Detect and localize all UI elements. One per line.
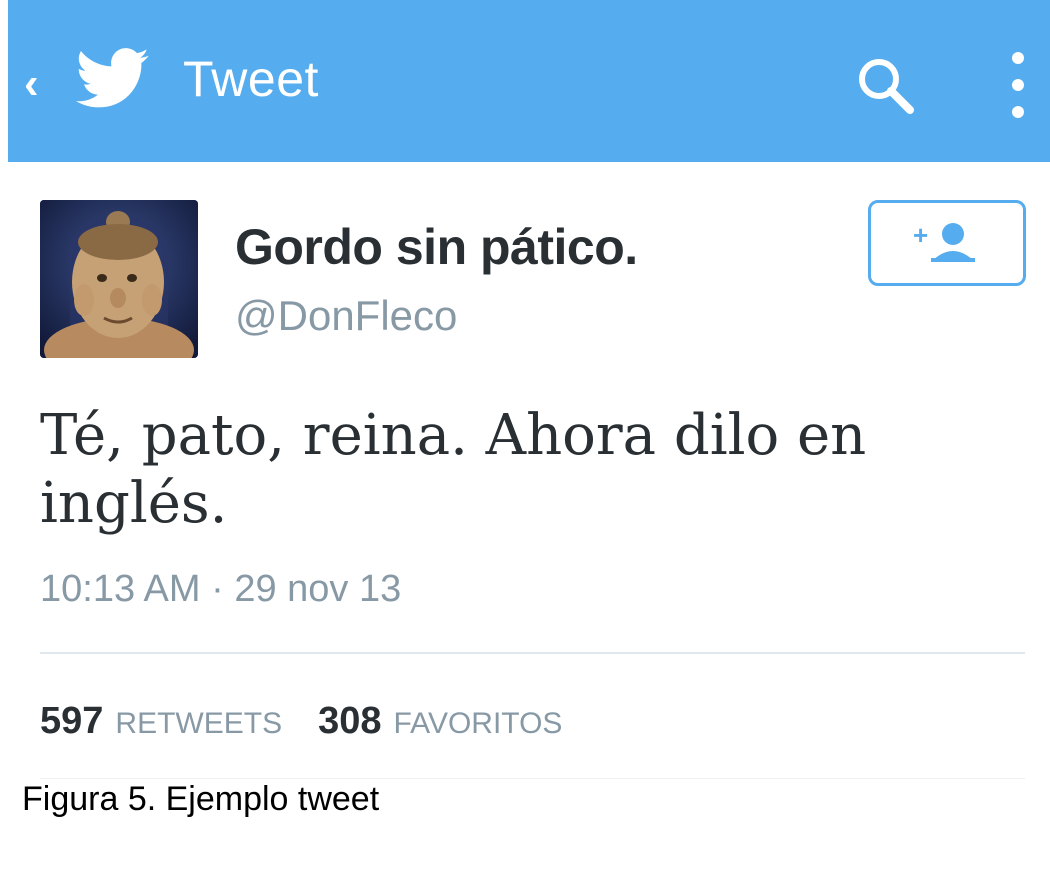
page-title: Tweet — [183, 51, 319, 107]
twitter-bird-icon — [76, 48, 149, 108]
favorites-label[interactable]: FAVORITOS — [393, 707, 562, 741]
add-user-icon: + — [913, 220, 975, 262]
overflow-menu-icon[interactable] — [1003, 48, 1033, 122]
favorites-count[interactable]: 308 — [318, 700, 381, 743]
display-name[interactable]: Gordo sin pático. — [235, 218, 638, 276]
top-bar: ‹ Tweet — [8, 0, 1050, 162]
retweets-count[interactable]: 597 — [40, 700, 103, 743]
bottom-divider — [40, 778, 1025, 779]
retweets-label[interactable]: RETWEETS — [115, 707, 282, 741]
follow-button[interactable]: + — [868, 200, 1026, 286]
svg-text:+: + — [913, 220, 928, 250]
tweet-timestamp[interactable]: 10:13 AM · 29 nov 13 — [40, 568, 401, 611]
divider — [40, 652, 1025, 654]
user-handle[interactable]: @DonFleco — [235, 292, 457, 340]
page: ‹ Tweet Gordo sin pático. @DonFleco + Té… — [0, 0, 1050, 872]
search-icon[interactable] — [854, 54, 918, 118]
tweet-stats: 597 RETWEETS 308 FAVORITOS — [40, 700, 562, 743]
tweet-text: Té, pato, reina. Ahora dilo en inglés. — [40, 403, 867, 536]
avatar[interactable] — [40, 200, 198, 358]
figure-caption: Figura 5. Ejemplo tweet — [22, 780, 380, 818]
chevron-left-icon[interactable]: ‹ — [24, 62, 39, 106]
